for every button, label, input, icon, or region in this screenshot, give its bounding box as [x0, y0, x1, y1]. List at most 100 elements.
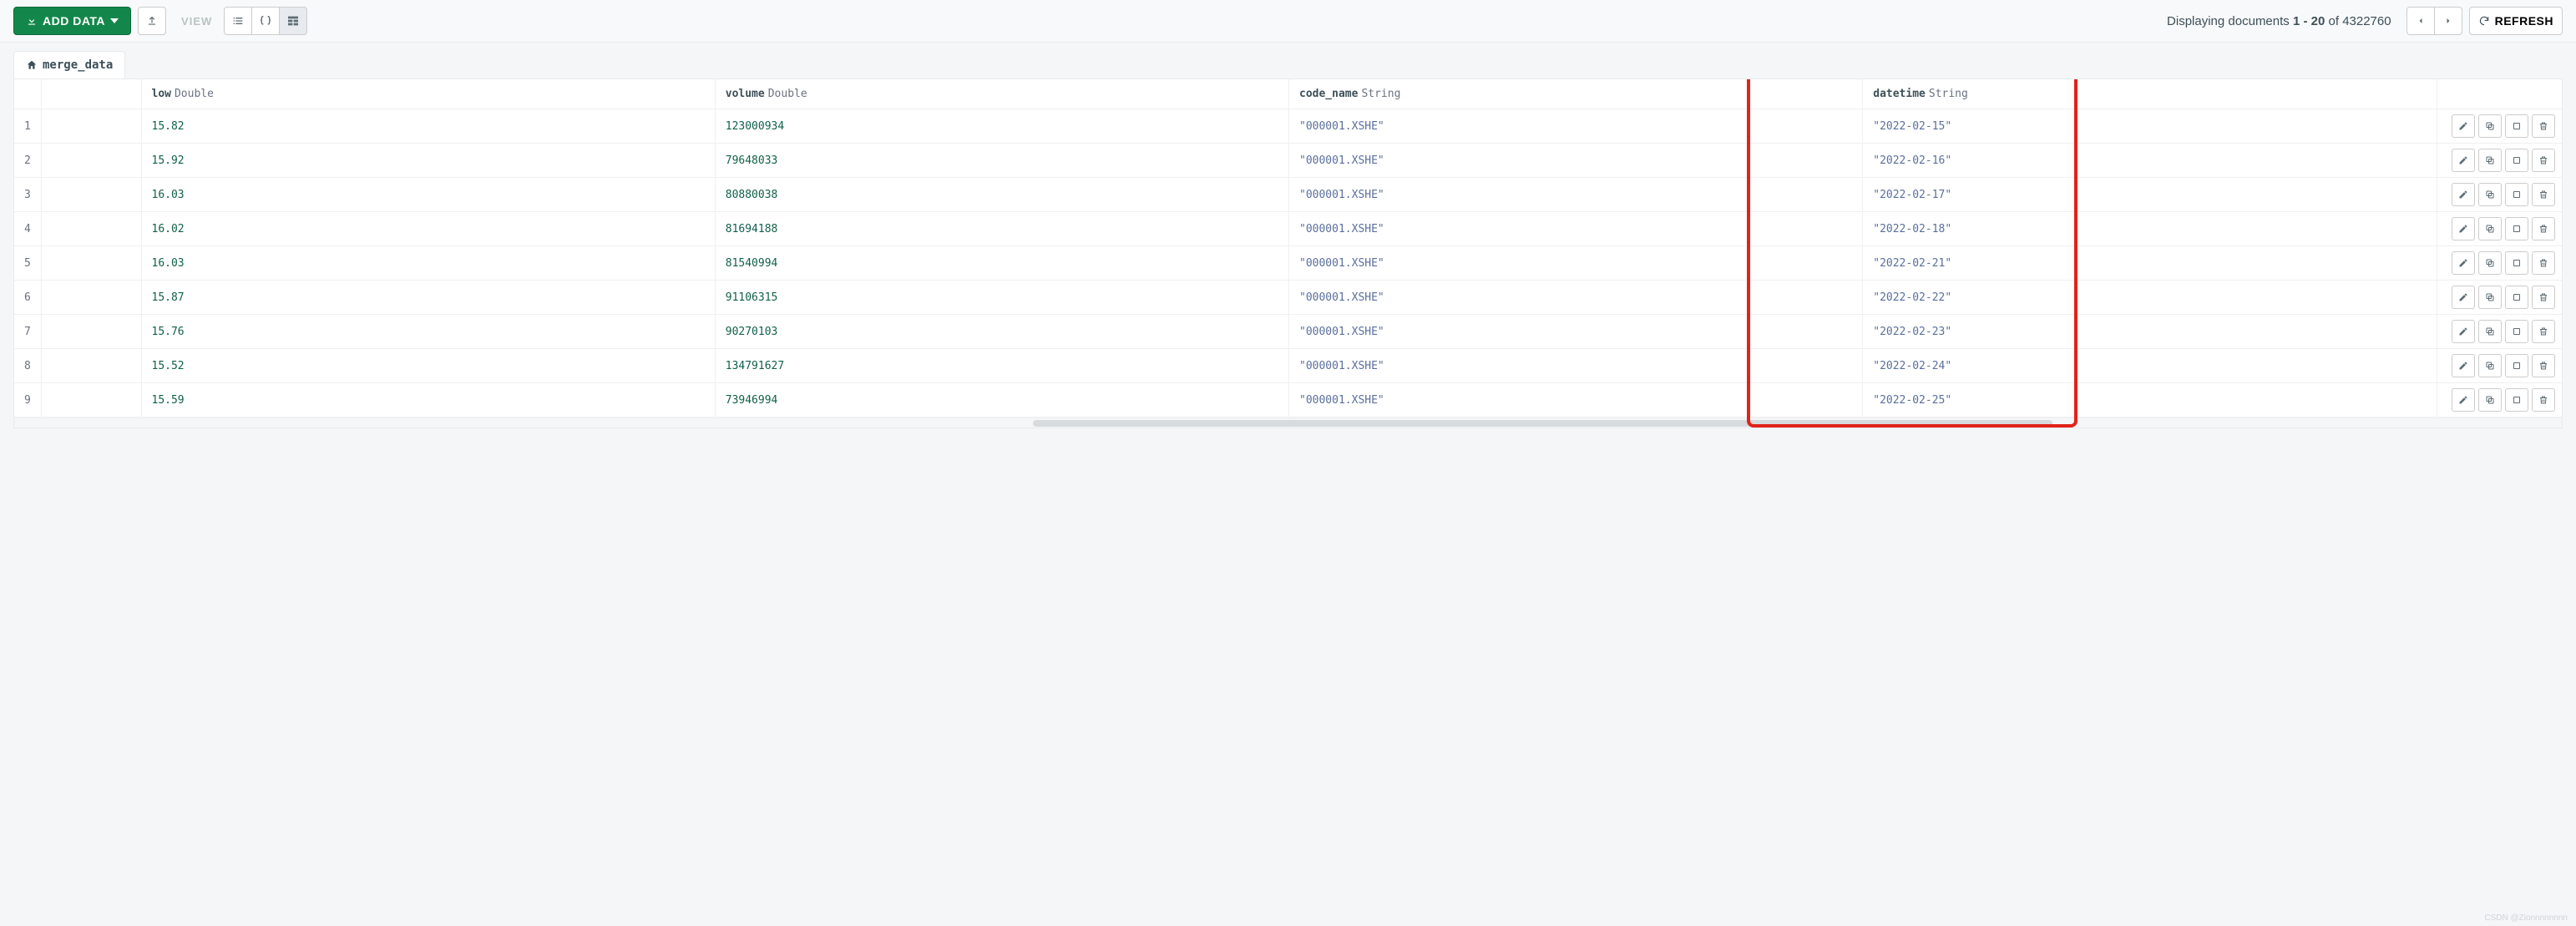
cell-code-name[interactable]: "000001.XSHE"	[1289, 315, 1863, 349]
clone-button[interactable]	[2505, 354, 2528, 377]
copy-button[interactable]	[2478, 286, 2502, 309]
edit-button[interactable]	[2452, 286, 2475, 309]
cell-datetime[interactable]: "2022-02-18"	[1863, 212, 2437, 246]
expand-cell[interactable]	[41, 349, 141, 383]
cell-code-name[interactable]: "000001.XSHE"	[1289, 281, 1863, 315]
cell-datetime[interactable]: "2022-02-15"	[1863, 109, 2437, 144]
cell-volume[interactable]: 80880038	[715, 178, 1288, 212]
scrollbar-thumb[interactable]	[1033, 420, 2052, 427]
cell-datetime[interactable]: "2022-02-17"	[1863, 178, 2437, 212]
cell-low[interactable]: 16.03	[141, 178, 715, 212]
table-row[interactable]: 316.0380880038"000001.XSHE""2022-02-17"	[14, 178, 2562, 212]
copy-button[interactable]	[2478, 149, 2502, 172]
cell-low[interactable]: 16.03	[141, 246, 715, 281]
edit-button[interactable]	[2452, 388, 2475, 412]
edit-button[interactable]	[2452, 320, 2475, 343]
table-row[interactable]: 115.82123000934"000001.XSHE""2022-02-15"	[14, 109, 2562, 144]
delete-button[interactable]	[2532, 286, 2555, 309]
table-row[interactable]: 215.9279648033"000001.XSHE""2022-02-16"	[14, 144, 2562, 178]
view-table-button[interactable]	[279, 7, 307, 35]
cell-volume[interactable]: 91106315	[715, 281, 1288, 315]
cell-low[interactable]: 15.92	[141, 144, 715, 178]
copy-button[interactable]	[2478, 388, 2502, 412]
refresh-button[interactable]: REFRESH	[2469, 7, 2563, 35]
cell-volume[interactable]: 73946994	[715, 383, 1288, 417]
cell-code-name[interactable]: "000001.XSHE"	[1289, 212, 1863, 246]
cell-low[interactable]: 15.59	[141, 383, 715, 417]
copy-button[interactable]	[2478, 183, 2502, 206]
cell-datetime[interactable]: "2022-02-16"	[1863, 144, 2437, 178]
expand-cell[interactable]	[41, 144, 141, 178]
delete-button[interactable]	[2532, 217, 2555, 240]
clone-button[interactable]	[2505, 251, 2528, 275]
delete-button[interactable]	[2532, 320, 2555, 343]
expand-cell[interactable]	[41, 178, 141, 212]
cell-code-name[interactable]: "000001.XSHE"	[1289, 349, 1863, 383]
clone-button[interactable]	[2505, 183, 2528, 206]
cell-volume[interactable]: 134791627	[715, 349, 1288, 383]
table-row[interactable]: 416.0281694188"000001.XSHE""2022-02-18"	[14, 212, 2562, 246]
clone-button[interactable]	[2505, 388, 2528, 412]
cell-low[interactable]: 15.52	[141, 349, 715, 383]
expand-cell[interactable]	[41, 281, 141, 315]
cell-datetime[interactable]: "2022-02-23"	[1863, 315, 2437, 349]
expand-cell[interactable]	[41, 109, 141, 144]
cell-low[interactable]: 16.02	[141, 212, 715, 246]
edit-button[interactable]	[2452, 251, 2475, 275]
column-header-code-name[interactable]: code_nameString	[1289, 79, 1863, 109]
clone-button[interactable]	[2505, 149, 2528, 172]
cell-datetime[interactable]: "2022-02-21"	[1863, 246, 2437, 281]
cell-code-name[interactable]: "000001.XSHE"	[1289, 144, 1863, 178]
cell-code-name[interactable]: "000001.XSHE"	[1289, 178, 1863, 212]
edit-button[interactable]	[2452, 114, 2475, 138]
cell-code-name[interactable]: "000001.XSHE"	[1289, 246, 1863, 281]
clone-button[interactable]	[2505, 286, 2528, 309]
delete-button[interactable]	[2532, 388, 2555, 412]
import-button[interactable]	[138, 7, 166, 35]
cell-low[interactable]: 15.82	[141, 109, 715, 144]
edit-button[interactable]	[2452, 354, 2475, 377]
delete-button[interactable]	[2532, 149, 2555, 172]
view-json-button[interactable]	[251, 7, 280, 35]
table-row[interactable]: 615.8791106315"000001.XSHE""2022-02-22"	[14, 281, 2562, 315]
edit-button[interactable]	[2452, 149, 2475, 172]
clone-button[interactable]	[2505, 320, 2528, 343]
table-row[interactable]: 516.0381540994"000001.XSHE""2022-02-21"	[14, 246, 2562, 281]
edit-button[interactable]	[2452, 183, 2475, 206]
expand-cell[interactable]	[41, 246, 141, 281]
view-list-button[interactable]	[224, 7, 252, 35]
cell-low[interactable]: 15.76	[141, 315, 715, 349]
expand-cell[interactable]	[41, 315, 141, 349]
cell-code-name[interactable]: "000001.XSHE"	[1289, 383, 1863, 417]
prev-page-button[interactable]	[2406, 7, 2435, 35]
delete-button[interactable]	[2532, 354, 2555, 377]
copy-button[interactable]	[2478, 320, 2502, 343]
cell-volume[interactable]: 81694188	[715, 212, 1288, 246]
delete-button[interactable]	[2532, 114, 2555, 138]
cell-datetime[interactable]: "2022-02-25"	[1863, 383, 2437, 417]
column-header-low[interactable]: lowDouble	[141, 79, 715, 109]
column-header-datetime[interactable]: datetimeString	[1863, 79, 2437, 109]
clone-button[interactable]	[2505, 114, 2528, 138]
cell-datetime[interactable]: "2022-02-24"	[1863, 349, 2437, 383]
expand-cell[interactable]	[41, 212, 141, 246]
delete-button[interactable]	[2532, 251, 2555, 275]
table-row[interactable]: 915.5973946994"000001.XSHE""2022-02-25"	[14, 383, 2562, 417]
cell-volume[interactable]: 79648033	[715, 144, 1288, 178]
copy-button[interactable]	[2478, 217, 2502, 240]
expand-cell[interactable]	[41, 383, 141, 417]
cell-low[interactable]: 15.87	[141, 281, 715, 315]
cell-volume[interactable]: 123000934	[715, 109, 1288, 144]
copy-button[interactable]	[2478, 114, 2502, 138]
cell-volume[interactable]: 90270103	[715, 315, 1288, 349]
next-page-button[interactable]	[2434, 7, 2462, 35]
cell-code-name[interactable]: "000001.XSHE"	[1289, 109, 1863, 144]
clone-button[interactable]	[2505, 217, 2528, 240]
copy-button[interactable]	[2478, 251, 2502, 275]
table-row[interactable]: 815.52134791627"000001.XSHE""2022-02-24"	[14, 349, 2562, 383]
add-data-button[interactable]: ADD DATA	[13, 7, 131, 35]
table-row[interactable]: 715.7690270103"000001.XSHE""2022-02-23"	[14, 315, 2562, 349]
column-header-volume[interactable]: volumeDouble	[715, 79, 1288, 109]
delete-button[interactable]	[2532, 183, 2555, 206]
collection-tab[interactable]: merge_data	[13, 51, 125, 78]
